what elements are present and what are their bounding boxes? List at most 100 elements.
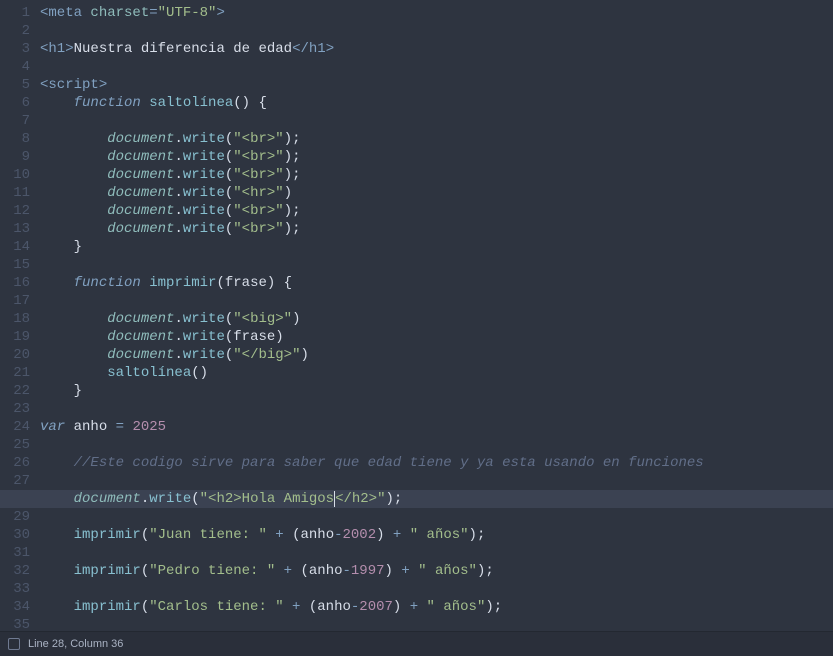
line-number: 9 [0,148,30,166]
code-line[interactable]: var anho = 2025 [40,418,833,436]
code-line[interactable]: } [40,238,833,256]
code-line[interactable]: document.write("<br>"); [40,220,833,238]
line-number: 6 [0,94,30,112]
line-number: 3 [0,40,30,58]
code-line[interactable] [40,292,833,310]
string: "Juan tiene: " [149,527,267,543]
code-line[interactable]: imprimir("Carlos tiene: " + (anho-2007) … [40,598,833,616]
line-number: 19 [0,328,30,346]
line-number: 12 [0,202,30,220]
code-line[interactable] [40,472,833,490]
line-number: 22 [0,382,30,400]
line-number: 24 [0,418,30,436]
code-line[interactable] [40,400,833,418]
keyword: function [74,95,141,111]
code-line[interactable]: document.write("<hr>") [40,184,833,202]
code-line[interactable]: //Este codigo sirve para saber que edad … [40,454,833,472]
code-line[interactable]: <script> [40,76,833,94]
line-number: 11 [0,184,30,202]
function-call: imprimir [74,563,141,579]
line-number: 8 [0,130,30,148]
line-number: 14 [0,238,30,256]
string: "Carlos tiene: " [149,599,283,615]
line-number: 31 [0,544,30,562]
code-editor: 1 2 3 4 5 6 7 8 9 10 11 12 13 14 15 16 1… [0,0,833,656]
code-line[interactable] [40,112,833,130]
function-name: imprimir [149,275,216,291]
code-line[interactable]: <meta charset="UTF-8"> [40,4,833,22]
line-number: 13 [0,220,30,238]
line-number: 34 [0,598,30,616]
code-line[interactable]: document.write("<br>"); [40,130,833,148]
status-bar[interactable]: Line 28, Column 36 [0,631,833,656]
string: "Pedro tiene: " [149,563,275,579]
code-line[interactable]: imprimir("Juan tiene: " + (anho-2002) + … [40,526,833,544]
tag-name: h1 [48,41,65,57]
line-number: 35 [0,616,30,631]
panel-switcher-icon[interactable] [8,638,20,650]
method: write [183,131,225,147]
code-line[interactable] [40,436,833,454]
code-line[interactable]: document.write("<br>"); [40,202,833,220]
code-line[interactable] [40,256,833,274]
code-line[interactable]: document.write("<br>"); [40,148,833,166]
code-line[interactable] [40,22,833,40]
line-number: 10 [0,166,30,184]
code-line[interactable]: <h1>Nuestra diferencia de edad</h1> [40,40,833,58]
tag-name: meta [48,5,82,21]
code-line[interactable] [40,616,833,631]
line-number: 1 [0,4,30,22]
string: " años" [410,527,469,543]
line-number: 26 [0,454,30,472]
argument: frase [233,329,275,345]
function-call: imprimir [74,599,141,615]
string: "<br>" [233,131,283,147]
line-number: 23 [0,400,30,418]
line-number: 27 [0,472,30,490]
function-call: saltolínea [107,365,191,381]
code-line[interactable]: imprimir("Pedro tiene: " + (anho-1997) +… [40,562,833,580]
number: 2007 [359,599,393,615]
heading-text: Nuestra diferencia de edad [74,41,292,57]
cursor-position-label: Line 28, Column 36 [28,635,123,653]
number: 2025 [132,419,166,435]
string: "<h2>Hola Amigos [200,491,334,507]
string: " años" [418,563,477,579]
code-line[interactable] [40,58,833,76]
line-number: 29 [0,508,30,526]
line-gutter: 1 2 3 4 5 6 7 8 9 10 11 12 13 14 15 16 1… [0,0,40,631]
code-area[interactable]: 1 2 3 4 5 6 7 8 9 10 11 12 13 14 15 16 1… [0,0,833,631]
comment: //Este codigo sirve para saber que edad … [74,455,704,471]
variable: anho [317,599,351,615]
code-line[interactable]: document.write("</big>") [40,346,833,364]
number: 1997 [351,563,385,579]
variable: anho [74,419,108,435]
code-line[interactable]: document.write("<br>"); [40,166,833,184]
tag-name: script [48,77,98,93]
variable: anho [309,563,343,579]
code-line[interactable]: function saltolínea() { [40,94,833,112]
code-line[interactable] [40,544,833,562]
code-line-active[interactable]: document.write("<h2>Hola Amigos</h2>"); [40,490,833,508]
string: " años" [427,599,486,615]
line-number: 5 [0,76,30,94]
line-number: 25 [0,436,30,454]
function-name: saltolínea [149,95,233,111]
line-number: 15 [0,256,30,274]
attr-name: charset [90,5,149,21]
code-line[interactable] [40,508,833,526]
string: "<big>" [233,311,292,327]
code-lines[interactable]: <meta charset="UTF-8"> <h1>Nuestra difer… [40,0,833,631]
line-number: 33 [0,580,30,598]
code-line[interactable]: function imprimir(frase) { [40,274,833,292]
line-number: 7 [0,112,30,130]
code-line[interactable]: document.write(frase) [40,328,833,346]
attr-value: "UTF-8" [158,5,217,21]
code-line[interactable]: document.write("<big>") [40,310,833,328]
line-number: 16 [0,274,30,292]
variable: anho [300,527,334,543]
code-line[interactable]: } [40,382,833,400]
code-line[interactable] [40,580,833,598]
object: document [107,131,174,147]
code-line[interactable]: saltolínea() [40,364,833,382]
